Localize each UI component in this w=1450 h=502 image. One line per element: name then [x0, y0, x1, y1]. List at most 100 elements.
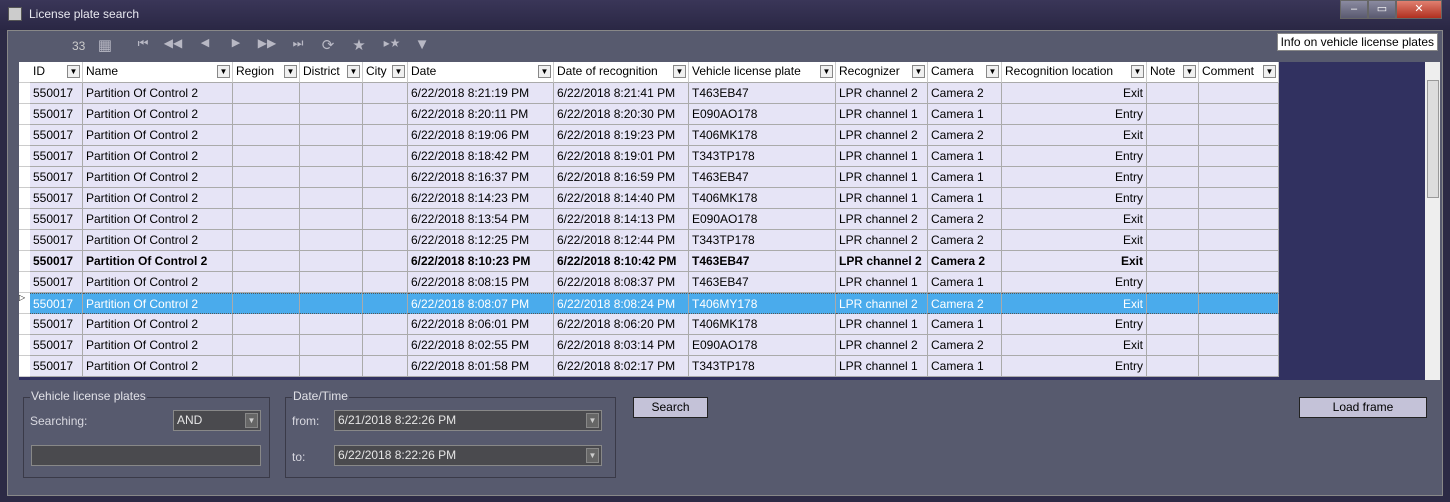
- table-cell[interactable]: [363, 83, 408, 104]
- table-cell[interactable]: 6/22/2018 8:19:06 PM: [408, 125, 554, 146]
- table-cell[interactable]: [300, 188, 363, 209]
- row-header[interactable]: [19, 104, 30, 125]
- chevron-down-icon[interactable]: ▼: [1131, 65, 1144, 78]
- table-cell[interactable]: [300, 83, 363, 104]
- table-cell[interactable]: Camera 2: [928, 230, 1002, 251]
- table-cell[interactable]: Camera 1: [928, 146, 1002, 167]
- table-cell[interactable]: [233, 146, 300, 167]
- table-cell[interactable]: E090AO178: [689, 335, 836, 356]
- row-header[interactable]: [19, 146, 30, 167]
- table-cell[interactable]: [1199, 188, 1279, 209]
- table-cell[interactable]: 550017: [30, 83, 83, 104]
- prev-page-icon[interactable]: ◀◀: [162, 36, 184, 50]
- column-header[interactable]: Name ▼: [83, 62, 233, 83]
- table-cell[interactable]: [300, 125, 363, 146]
- column-header[interactable]: District ▼: [300, 62, 363, 83]
- chevron-down-icon[interactable]: ▼: [217, 65, 230, 78]
- table-cell[interactable]: Entry: [1002, 104, 1147, 125]
- table-cell[interactable]: Partition Of Control 2: [83, 83, 233, 104]
- table-cell[interactable]: [1147, 83, 1199, 104]
- table-cell[interactable]: LPR channel 1: [836, 272, 928, 293]
- table-cell[interactable]: 550017: [30, 293, 83, 314]
- table-cell[interactable]: T463EB47: [689, 272, 836, 293]
- table-cell[interactable]: [233, 335, 300, 356]
- chevron-down-icon[interactable]: ▼: [1183, 65, 1196, 78]
- table-cell[interactable]: [1199, 272, 1279, 293]
- table-cell[interactable]: 6/22/2018 8:14:23 PM: [408, 188, 554, 209]
- table-cell[interactable]: Entry: [1002, 314, 1147, 335]
- table-cell[interactable]: 550017: [30, 125, 83, 146]
- star-icon[interactable]: ★: [348, 36, 370, 54]
- table-cell[interactable]: 6/22/2018 8:03:14 PM: [554, 335, 689, 356]
- row-header[interactable]: [19, 272, 30, 293]
- table-cell[interactable]: Partition Of Control 2: [83, 314, 233, 335]
- table-cell[interactable]: T343TP178: [689, 356, 836, 377]
- table-cell[interactable]: 6/22/2018 8:21:19 PM: [408, 83, 554, 104]
- chevron-down-icon[interactable]: ▼: [392, 65, 405, 78]
- table-cell[interactable]: [1199, 209, 1279, 230]
- chevron-down-icon[interactable]: ▼: [820, 65, 833, 78]
- row-header[interactable]: [19, 209, 30, 230]
- row-header[interactable]: [19, 125, 30, 146]
- table-cell[interactable]: [1147, 293, 1199, 314]
- table-cell[interactable]: Exit: [1002, 83, 1147, 104]
- table-cell[interactable]: 6/22/2018 8:08:24 PM: [554, 293, 689, 314]
- table-cell[interactable]: Camera 1: [928, 272, 1002, 293]
- table-cell[interactable]: [233, 188, 300, 209]
- table-cell[interactable]: LPR channel 1: [836, 356, 928, 377]
- table-cell[interactable]: Camera 2: [928, 125, 1002, 146]
- table-cell[interactable]: Partition Of Control 2: [83, 167, 233, 188]
- table-cell[interactable]: [1199, 146, 1279, 167]
- table-cell[interactable]: Camera 2: [928, 251, 1002, 272]
- table-cell[interactable]: LPR channel 1: [836, 314, 928, 335]
- table-cell[interactable]: LPR channel 1: [836, 104, 928, 125]
- refresh-icon[interactable]: ⟳: [317, 36, 339, 54]
- table-cell[interactable]: [1147, 146, 1199, 167]
- table-cell[interactable]: Partition Of Control 2: [83, 125, 233, 146]
- table-cell[interactable]: 6/22/2018 8:06:01 PM: [408, 314, 554, 335]
- table-cell[interactable]: Entry: [1002, 146, 1147, 167]
- table-cell[interactable]: T343TP178: [689, 146, 836, 167]
- chevron-down-icon[interactable]: ▼: [347, 65, 360, 78]
- table-cell[interactable]: Camera 1: [928, 314, 1002, 335]
- table-cell[interactable]: [1147, 188, 1199, 209]
- column-header[interactable]: City ▼: [363, 62, 408, 83]
- table-cell[interactable]: [363, 356, 408, 377]
- load-frame-button[interactable]: Load frame: [1299, 397, 1427, 418]
- table-cell[interactable]: 550017: [30, 167, 83, 188]
- table-cell[interactable]: [1147, 251, 1199, 272]
- table-cell[interactable]: [233, 356, 300, 377]
- table-cell[interactable]: 6/22/2018 8:14:40 PM: [554, 188, 689, 209]
- table-cell[interactable]: Camera 2: [928, 83, 1002, 104]
- table-cell[interactable]: Exit: [1002, 230, 1147, 251]
- table-cell[interactable]: [1147, 314, 1199, 335]
- row-header[interactable]: [19, 314, 30, 335]
- table-cell[interactable]: LPR channel 2: [836, 335, 928, 356]
- table-cell[interactable]: T406MK178: [689, 188, 836, 209]
- table-cell[interactable]: [1147, 104, 1199, 125]
- chevron-down-icon[interactable]: ▼: [67, 65, 80, 78]
- column-header[interactable]: Vehicle license plate ▼: [689, 62, 836, 83]
- table-cell[interactable]: Entry: [1002, 188, 1147, 209]
- table-cell[interactable]: 550017: [30, 272, 83, 293]
- chevron-down-icon[interactable]: ▼: [284, 65, 297, 78]
- maximize-button[interactable]: ▭: [1368, 0, 1396, 19]
- table-cell[interactable]: Partition Of Control 2: [83, 146, 233, 167]
- table-cell[interactable]: [363, 272, 408, 293]
- table-cell[interactable]: 550017: [30, 335, 83, 356]
- column-header[interactable]: Date of recognition ▼: [554, 62, 689, 83]
- table-cell[interactable]: [300, 146, 363, 167]
- filter-icon[interactable]: ▼: [411, 36, 433, 53]
- last-icon[interactable]: ⏭: [287, 36, 309, 51]
- table-cell[interactable]: 550017: [30, 104, 83, 125]
- table-cell[interactable]: Exit: [1002, 251, 1147, 272]
- table-cell[interactable]: Partition Of Control 2: [83, 251, 233, 272]
- table-cell[interactable]: Partition Of Control 2: [83, 188, 233, 209]
- to-datetime-picker[interactable]: 6/22/2018 8:22:26 PM ▼: [334, 445, 602, 466]
- table-cell[interactable]: [233, 167, 300, 188]
- minimize-button[interactable]: –: [1340, 0, 1368, 19]
- table-cell[interactable]: T406MY178: [689, 293, 836, 314]
- table-cell[interactable]: [363, 314, 408, 335]
- table-cell[interactable]: [363, 230, 408, 251]
- table-cell[interactable]: 6/22/2018 8:20:11 PM: [408, 104, 554, 125]
